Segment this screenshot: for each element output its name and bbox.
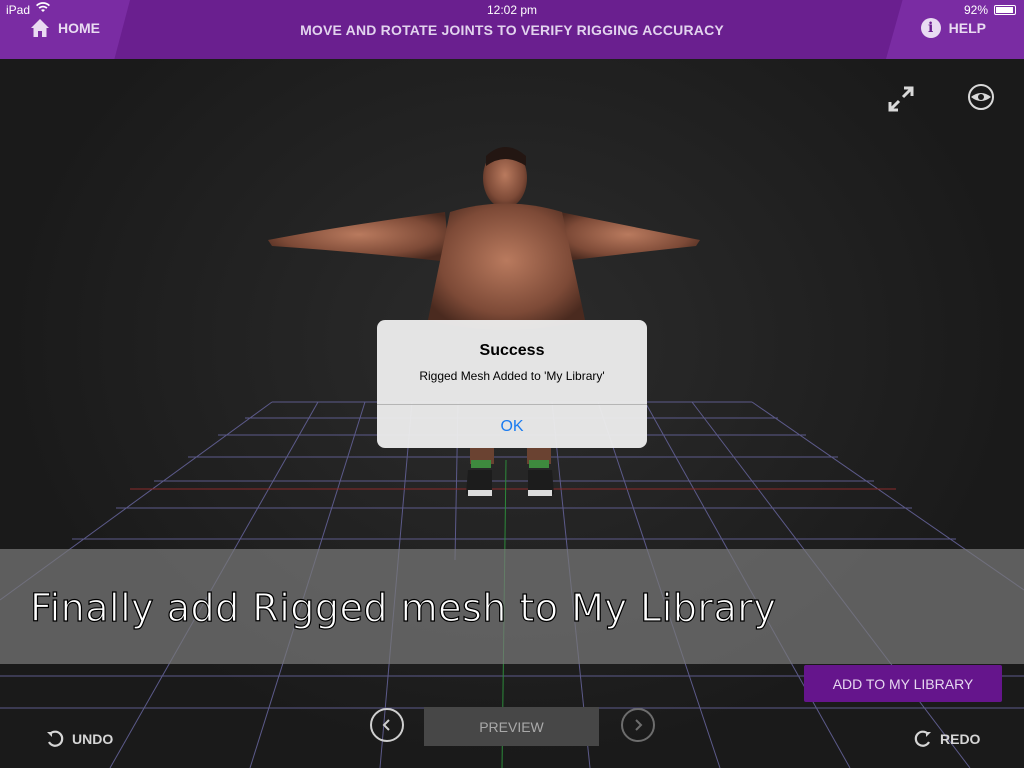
expand-icon[interactable] bbox=[886, 84, 916, 114]
status-time: 12:02 pm bbox=[486, 3, 538, 17]
dialog-message: Rigged Mesh Added to 'My Library' bbox=[419, 369, 605, 383]
top-bar: iPad 12:02 pm 92% HOME MOVE AND ROTATE J… bbox=[0, 0, 1024, 59]
add-to-library-button[interactable]: ADD TO MY LIBRARY bbox=[804, 665, 1002, 702]
eye-icon[interactable] bbox=[966, 84, 996, 110]
dialog-title: Success bbox=[479, 342, 545, 359]
battery-percent: 92% bbox=[963, 3, 988, 17]
previous-button[interactable] bbox=[370, 708, 404, 742]
redo-button[interactable]: REDO bbox=[914, 730, 980, 748]
ok-button[interactable]: OK bbox=[377, 405, 647, 448]
redo-label: REDO bbox=[940, 731, 981, 747]
chevron-right-icon bbox=[635, 719, 643, 731]
undo-label: UNDO bbox=[72, 731, 114, 747]
battery-icon bbox=[994, 5, 1016, 15]
undo-button[interactable]: UNDO bbox=[46, 730, 113, 748]
success-dialog: Success Rigged Mesh Added to 'My Library… bbox=[377, 320, 647, 448]
help-button[interactable]: i HELP bbox=[920, 18, 986, 38]
redo-icon bbox=[914, 730, 931, 747]
chevron-left-icon bbox=[382, 719, 390, 731]
next-button[interactable] bbox=[621, 708, 655, 742]
status-bar: iPad 12:02 pm 92% bbox=[0, 0, 1024, 20]
help-label: HELP bbox=[948, 20, 986, 36]
page-title: MOVE AND ROTATE JOINTS TO VERIFY RIGGING… bbox=[300, 22, 724, 38]
undo-icon bbox=[47, 730, 64, 747]
preview-button[interactable]: PREVIEW bbox=[424, 707, 599, 746]
info-icon: i bbox=[920, 18, 941, 38]
tutorial-caption: Finally add Rigged mesh to My Library bbox=[29, 585, 777, 630]
